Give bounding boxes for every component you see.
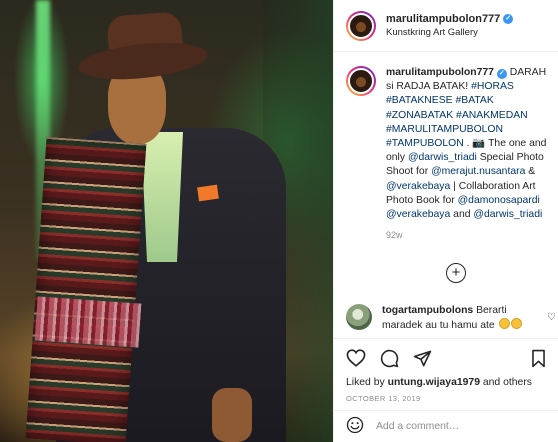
caption-amp: & (525, 166, 536, 178)
post-date[interactable]: OCTOBER 13, 2019 (346, 394, 547, 403)
post-sidebar: marulitampubolon777 ✓ Kunstkring Art Gal… (333, 0, 558, 442)
ulos-band (34, 296, 142, 348)
mention-link[interactable]: @damonosapardi (458, 195, 540, 206)
avatar[interactable] (346, 10, 376, 41)
mention-link[interactable]: @merajut.nusantara (431, 166, 525, 177)
caption-area: marulitampubolon777 ✓ DARAH si RADJA BAT… (334, 52, 558, 290)
comment-like-icon[interactable]: ♡ (547, 312, 556, 323)
caption-avatar[interactable] (346, 66, 376, 96)
share-icon[interactable] (413, 349, 432, 368)
pocket-square (197, 184, 219, 202)
hat-brim (76, 37, 210, 85)
add-comment-bar (334, 410, 558, 442)
post-photo[interactable] (0, 0, 333, 442)
mention-link[interactable]: @darwis_triadi (473, 209, 542, 220)
verified-icon: ✓ (496, 69, 507, 79)
comment-username[interactable]: togartampubolons (382, 305, 473, 316)
caption-and: and (450, 209, 474, 221)
comment-avatar[interactable] (346, 304, 372, 330)
comment-row: togartampubolons Berarti maradek au tu h… (346, 304, 556, 333)
bookmark-icon[interactable] (530, 349, 547, 368)
mention-link[interactable]: @verakebaya (386, 209, 450, 220)
emoji-icon (498, 318, 510, 329)
mention-link[interactable]: @darwis_triadi (408, 152, 477, 163)
heart-icon[interactable] (346, 349, 366, 367)
likes-prefix: Liked by (346, 377, 388, 388)
comment-input[interactable] (376, 421, 546, 432)
header-username[interactable]: marulitampubolon777 (386, 13, 500, 25)
caption-text: marulitampubolon777 ✓ DARAH si RADJA BAT… (386, 66, 549, 222)
verified-icon: ✓ (503, 14, 514, 24)
post-age[interactable]: 92w (386, 230, 549, 240)
liker-username[interactable]: untung.wijaya1979 (388, 377, 480, 388)
emoji-icon (510, 318, 522, 329)
comment-icon[interactable] (380, 349, 399, 368)
actions-bar: Liked by untung.wijaya1979 and others OC… (334, 338, 558, 403)
caption-username[interactable]: marulitampubolon777 (386, 67, 494, 78)
liked-by: Liked by untung.wijaya1979 and others (346, 377, 547, 388)
hand (212, 388, 252, 442)
post-header: marulitampubolon777 ✓ Kunstkring Art Gal… (334, 0, 558, 52)
location-link[interactable]: Kunstkring Art Gallery (386, 27, 513, 38)
mention-link[interactable]: @verakebaya (386, 181, 450, 192)
emoji-icon[interactable] (346, 416, 364, 437)
comment-text: togartampubolons Berarti maradek au tu h… (382, 304, 532, 333)
likes-suffix[interactable]: and others (480, 377, 532, 388)
plus-circle-icon[interactable]: + (446, 263, 466, 283)
ulos-cloth (25, 136, 147, 442)
